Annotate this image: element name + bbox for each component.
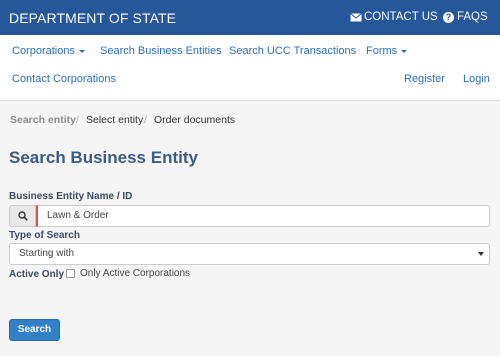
search-icon xyxy=(17,211,28,221)
nav-corporations-label: Corporations xyxy=(12,45,75,57)
faqs-link[interactable]: ? FAQS xyxy=(443,11,488,23)
dropdown-arrow-icon xyxy=(478,252,484,256)
top-header-bar: DEPARTMENT OF STATE CONTACT US ? FAQS xyxy=(0,0,500,35)
active-only-label: Active Only xyxy=(9,269,65,280)
entity-name-input[interactable]: Lawn & Order xyxy=(36,205,490,227)
breadcrumb: Search entity / Select entity / Order do… xyxy=(0,102,500,136)
type-of-search-value: Starting with xyxy=(19,248,75,259)
breadcrumb-item-search-entity: Search entity xyxy=(10,114,76,126)
contact-us-label: CONTACT US xyxy=(364,11,438,23)
nav-register[interactable]: Register xyxy=(404,73,445,85)
nav-search-ucc-transactions[interactable]: Search UCC Transactions xyxy=(229,45,356,57)
nav-corporations-dropdown[interactable]: Corporations xyxy=(12,45,85,57)
type-of-search-select[interactable]: Starting with xyxy=(9,243,490,265)
main-nav: Corporations Search Business Entities Se… xyxy=(0,35,500,101)
faqs-label: FAQS xyxy=(457,11,488,23)
contact-us-link[interactable]: CONTACT US xyxy=(350,11,438,23)
search-button[interactable]: Search xyxy=(9,319,60,341)
breadcrumb-separator: / xyxy=(144,114,147,126)
entity-name-label: Business Entity Name / ID xyxy=(9,191,133,202)
nav-search-business-entities[interactable]: Search Business Entities xyxy=(100,45,222,57)
page-title: Search Business Entity xyxy=(9,148,198,167)
breadcrumb-item-select-entity: Select entity xyxy=(86,114,144,126)
nav-forms-label: Forms xyxy=(366,45,398,57)
entity-search-group: Lawn & Order xyxy=(9,205,490,227)
active-only-checkbox-label[interactable]: Only Active Corporations xyxy=(80,268,190,279)
caret-down-icon xyxy=(78,49,85,53)
nav-login[interactable]: Login xyxy=(463,73,490,85)
type-of-search-label: Type of Search xyxy=(9,230,80,241)
breadcrumb-separator: / xyxy=(76,114,79,126)
active-only-checkbox[interactable] xyxy=(66,269,75,278)
question-circle-icon: ? xyxy=(443,11,454,23)
envelope-icon xyxy=(350,12,362,21)
site-brand[interactable]: DEPARTMENT OF STATE xyxy=(9,10,176,26)
breadcrumb-item-order-documents: Order documents xyxy=(154,114,236,126)
nav-forms-dropdown[interactable]: Forms xyxy=(366,45,408,57)
search-addon xyxy=(9,205,36,227)
caret-down-icon xyxy=(401,49,408,53)
nav-contact-corporations[interactable]: Contact Corporations xyxy=(12,73,116,85)
